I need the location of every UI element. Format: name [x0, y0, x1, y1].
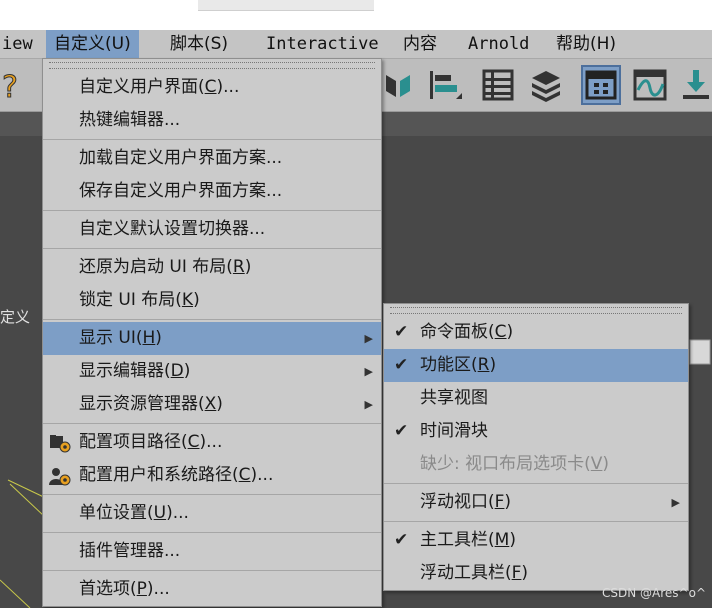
- menu-content[interactable]: 内容: [395, 30, 445, 58]
- viewport-label[interactable]: 定义: [0, 306, 30, 327]
- command-panel-item[interactable]: ✔ 命令面板(C): [384, 316, 688, 349]
- customize-ui-item[interactable]: 自定义用户界面(C)...: [43, 71, 381, 104]
- load-ui-scheme-item[interactable]: 加载自定义用户界面方案...: [43, 142, 381, 175]
- submenu-arrow-icon: ▶: [364, 332, 373, 345]
- curve-editor-icon[interactable]: [630, 65, 670, 105]
- menu-separator: [43, 532, 381, 533]
- menu-separator: [43, 210, 381, 211]
- menu-separator: [43, 248, 381, 249]
- mirror-icon[interactable]: [378, 65, 418, 105]
- menu-view[interactable]: iew: [0, 30, 41, 58]
- menu-help[interactable]: 帮助(H): [548, 30, 624, 58]
- svg-text:?: ?: [2, 70, 18, 103]
- ribbon-item[interactable]: ✔ 功能区(R): [384, 349, 688, 382]
- save-ui-scheme-item[interactable]: 保存自定义用户界面方案...: [43, 175, 381, 208]
- menu-separator: [43, 570, 381, 571]
- menu-separator: [43, 423, 381, 424]
- menu-separator: [43, 494, 381, 495]
- time-slider-item[interactable]: ✔ 时间滑块: [384, 415, 688, 448]
- defaults-switcher-item[interactable]: 自定义默认设置切换器...: [43, 213, 381, 246]
- checkmark-icon: ✔: [394, 355, 409, 375]
- menu-bar: iew 自定义(U) 脚本(S) Interactive 内容 Arnold 帮…: [0, 30, 712, 59]
- menu-separator: [384, 521, 688, 522]
- user-gear-icon: [49, 468, 71, 486]
- menu-tearoff-grip[interactable]: [49, 62, 375, 69]
- submenu-arrow-icon: ▶: [364, 365, 373, 378]
- lock-ui-layout-item[interactable]: 锁定 UI 布局(K): [43, 284, 381, 317]
- ribbon-toggle-icon[interactable]: [581, 65, 621, 105]
- hotkey-editor-item[interactable]: 热键编辑器...: [43, 104, 381, 137]
- checkmark-icon: ✔: [394, 530, 409, 550]
- shared-views-item[interactable]: 共享视图: [384, 382, 688, 415]
- preferences-item[interactable]: 首选项(P)...: [43, 573, 381, 606]
- submenu-arrow-icon: ▶: [671, 496, 680, 509]
- submenu-arrow-icon: ▶: [364, 398, 373, 411]
- checkmark-icon: ✔: [394, 421, 409, 441]
- watermark: CSDN @Ares^o^: [602, 586, 706, 600]
- menu-interactive[interactable]: Interactive: [258, 30, 387, 58]
- render-setup-icon[interactable]: [676, 65, 712, 105]
- viewport-layout-tabs-item: 缺少: 视口布局选项卡(V): [420, 454, 610, 474]
- align-icon[interactable]: [424, 65, 464, 105]
- menu-customize[interactable]: 自定义(U): [46, 30, 139, 58]
- show-ui-submenu: ✔ 命令面板(C) ✔ 功能区(R) 共享视图 ✔ 时间滑块 缺少: 视口布局选项卡(…: [383, 303, 689, 591]
- customize-menu: 自定义用户界面(C)... 热键编辑器... 加载自定义用户界面方案... 保存…: [42, 58, 382, 607]
- units-setup-item[interactable]: 单位设置(U)...: [43, 497, 381, 530]
- revert-startup-layout-item[interactable]: 还原为启动 UI 布局(R): [43, 251, 381, 284]
- floating-viewports-item[interactable]: 浮动视口(F) ▶: [384, 486, 688, 519]
- plugin-manager-item[interactable]: 插件管理器...: [43, 535, 381, 568]
- checkmark-icon: ✔: [394, 322, 409, 342]
- scene-explorer-icon[interactable]: [478, 65, 518, 105]
- show-ui-item[interactable]: 显示 UI(H) ▶: [43, 322, 381, 355]
- window-thumbnail: [198, 0, 374, 11]
- help-query-icon[interactable]: ?: [0, 65, 34, 105]
- menu-arnold[interactable]: Arnold: [460, 30, 537, 58]
- layer-explorer-icon[interactable]: [526, 65, 566, 105]
- main-toolbar-item[interactable]: ✔ 主工具栏(M): [384, 524, 688, 557]
- menu-tearoff-grip[interactable]: [390, 307, 682, 314]
- menu-separator: [384, 483, 688, 484]
- show-explorers-item[interactable]: 显示资源管理器(X) ▶: [43, 388, 381, 421]
- project-folder-gear-icon: [50, 435, 71, 453]
- menu-separator: [43, 319, 381, 320]
- menu-separator: [43, 139, 381, 140]
- configure-user-system-paths-item[interactable]: 配置用户和系统路径(C)...: [43, 459, 381, 492]
- configure-project-paths-item[interactable]: 配置项目路径(C)...: [43, 426, 381, 459]
- show-editors-item[interactable]: 显示编辑器(D) ▶: [43, 355, 381, 388]
- viewcube-icon[interactable]: [686, 334, 712, 370]
- menu-scripting[interactable]: 脚本(S): [162, 30, 236, 58]
